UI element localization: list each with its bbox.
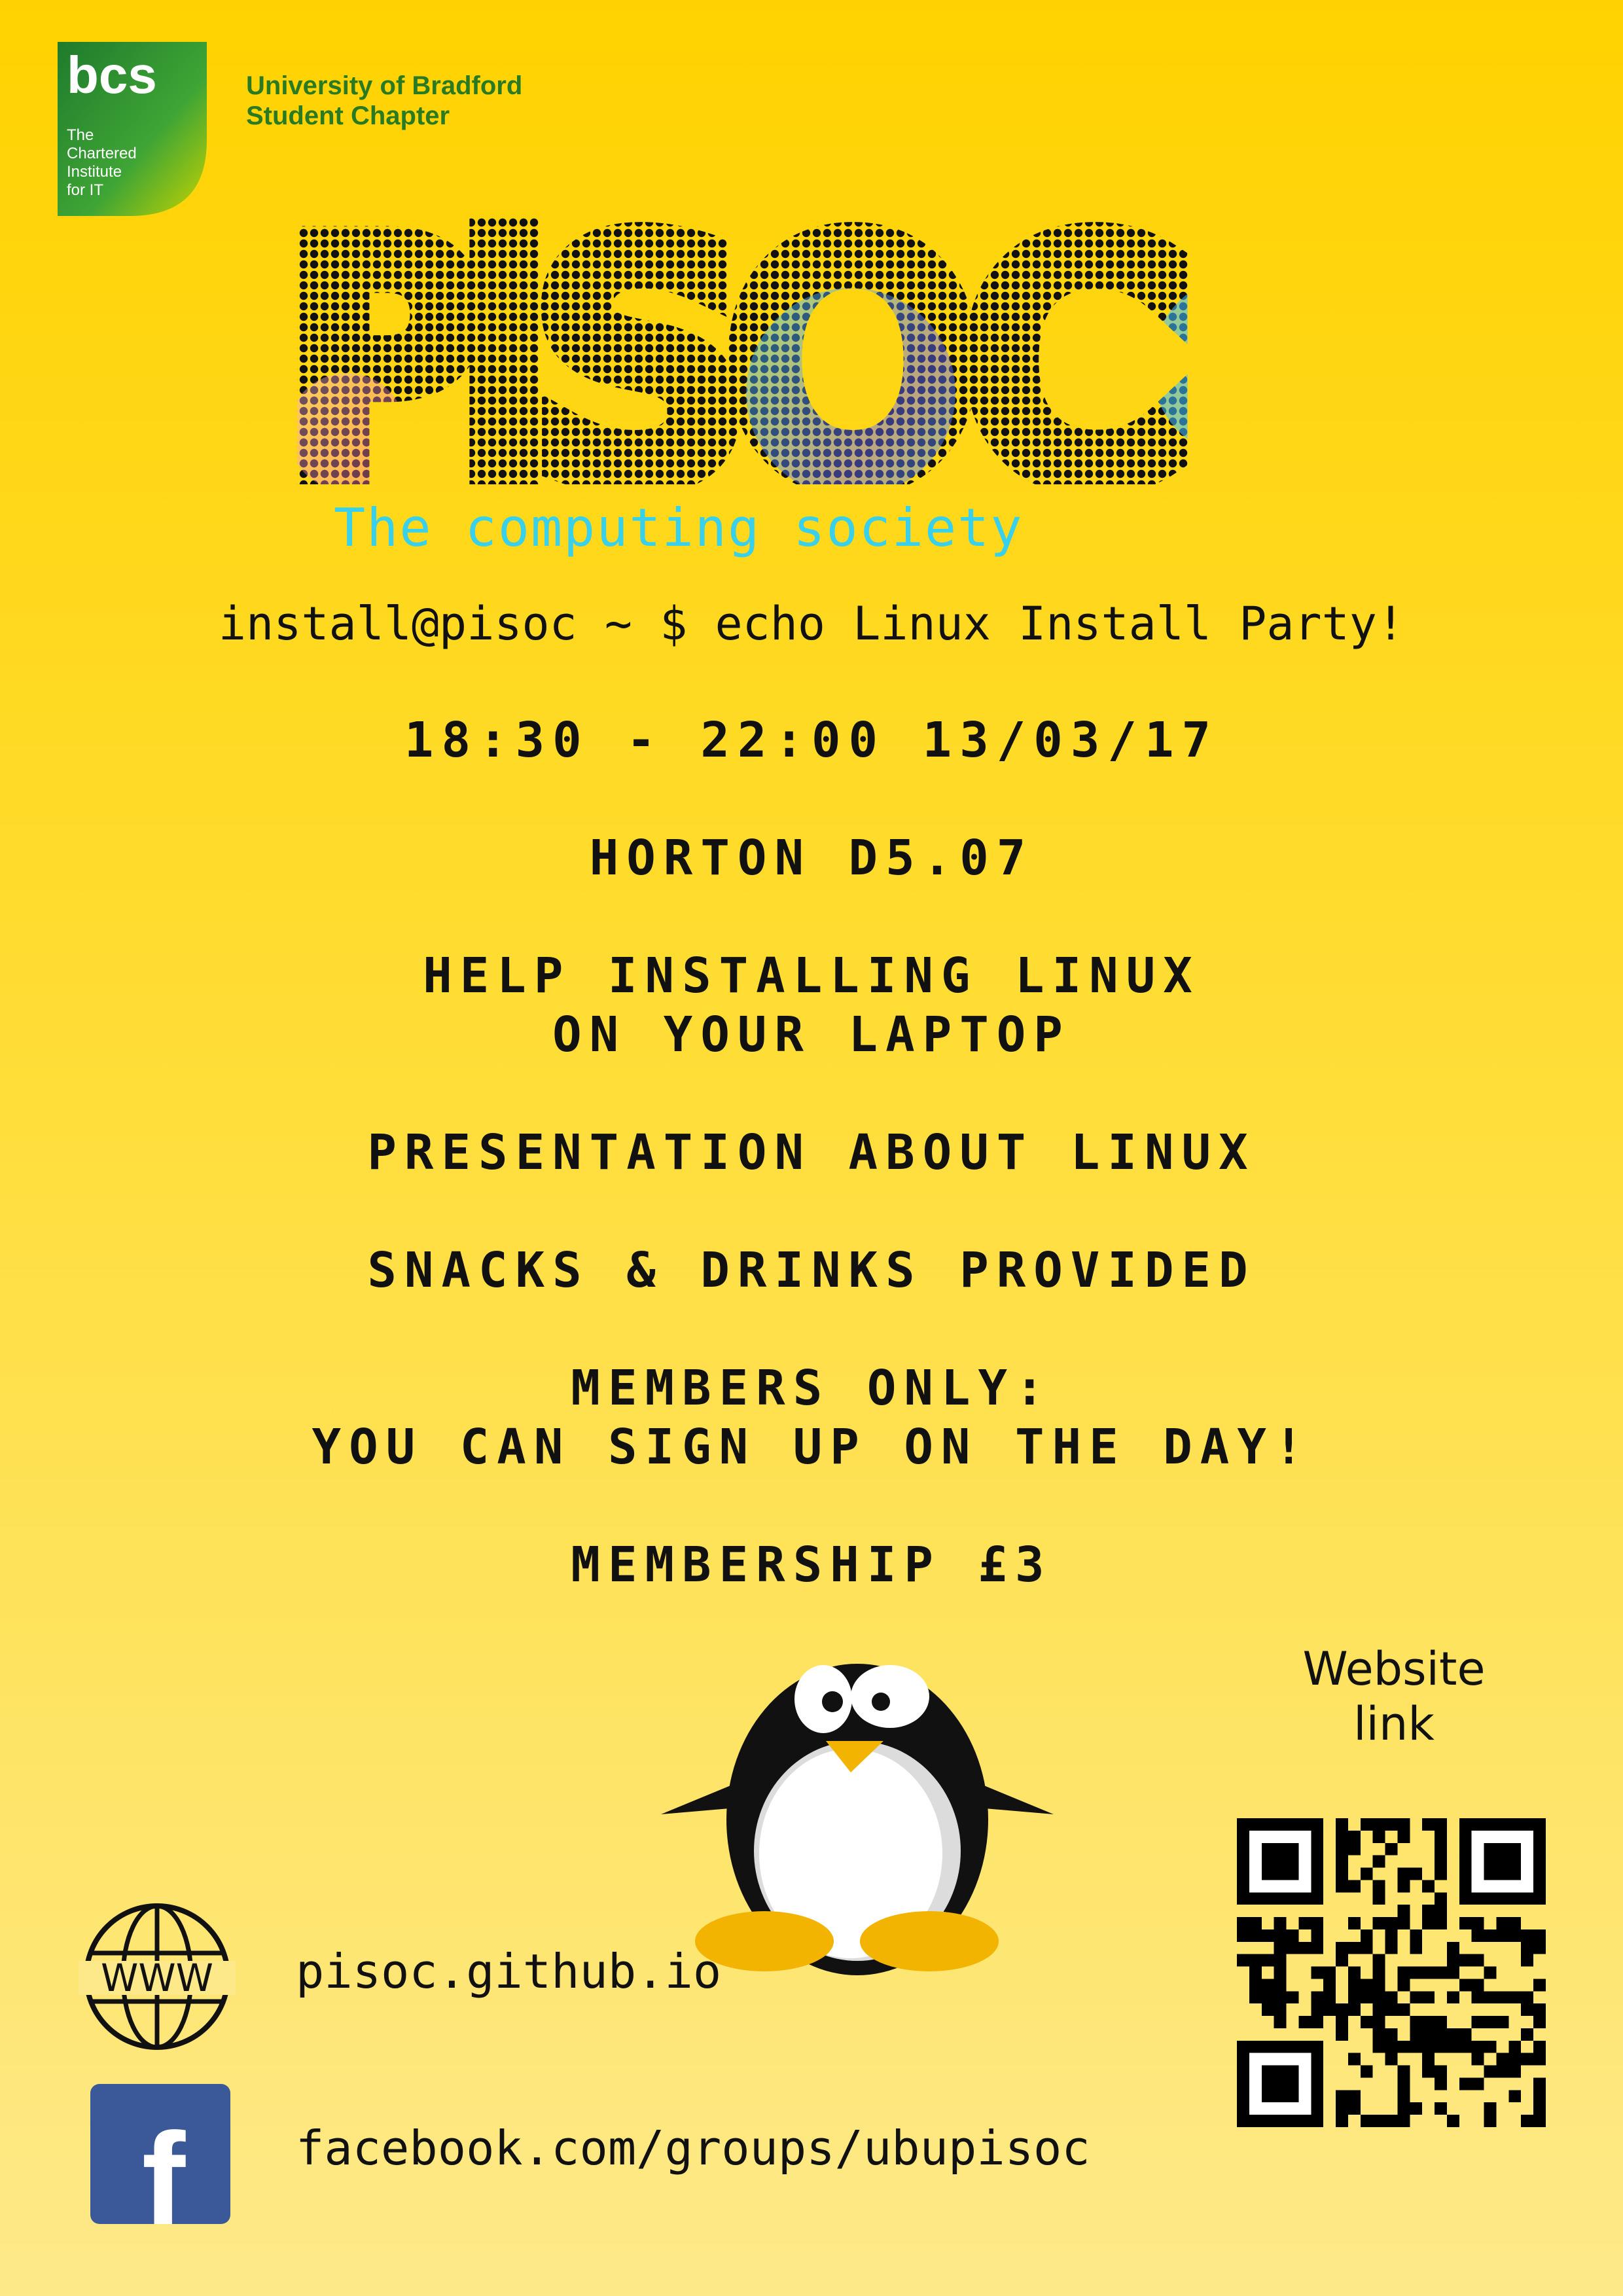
bcs-logo-line: Chartered (67, 145, 137, 162)
pisoc-title: PiSOC PiSOC (288, 196, 1204, 484)
facebook-icon: f (90, 2084, 230, 2224)
members-line-1: MEMBERS ONLY: (571, 1360, 1052, 1416)
help-line-1: HELP INSTALLING LINUX (423, 948, 1200, 1004)
membership-line: MEMBERSHIP £3 (571, 1537, 1052, 1593)
event-location: HORTON D5.07 (589, 830, 1034, 886)
bcs-logo: bcs The Chartered Institute for IT (58, 42, 207, 216)
tux-penguin-icon (661, 1664, 1054, 1975)
terminal-command: install@pisoc ~ $ echo Linux Install Par… (218, 597, 1405, 651)
presentation-line: PRESENTATION ABOUT LINUX (367, 1124, 1256, 1181)
website-url[interactable]: pisoc.github.io (296, 1944, 721, 1999)
bcs-logo-line: The (67, 126, 94, 144)
pisoc-title-highlight: PiSOC (288, 196, 1178, 484)
facebook-glyph: f (142, 2106, 186, 2224)
www-icon-text: WWW (101, 1956, 213, 2000)
qr-code[interactable] (1237, 1818, 1546, 2127)
bcs-logo-line: for IT (67, 181, 103, 199)
website-label-line-2: link (1353, 1697, 1435, 1751)
chapter-name: University of Bradford Student Chapter (246, 71, 522, 131)
poster: bcs The Chartered Institute for IT Unive… (0, 0, 1623, 2296)
tagline: The computing society (334, 497, 1024, 558)
qr-modules (1237, 1818, 1546, 2127)
snacks-line: SNACKS & DRINKS PROVIDED (367, 1242, 1256, 1299)
bcs-logo-line: Institute (67, 163, 122, 181)
globe-icon: WWW (79, 1903, 236, 2050)
chapter-line-2: Student Chapter (246, 101, 450, 130)
members-line-2: YOU CAN SIGN UP ON THE DAY! (312, 1419, 1311, 1475)
help-line-2: ON YOUR LAPTOP (552, 1007, 1071, 1063)
website-link-label: Website link (1283, 1641, 1505, 1751)
facebook-url[interactable]: facebook.com/groups/ubupisoc (296, 2121, 1090, 2176)
bcs-logo-text: bcs (67, 46, 157, 104)
chapter-line-1: University of Bradford (246, 71, 523, 100)
event-time: 18:30 - 22:00 13/03/17 (404, 712, 1219, 768)
website-label-line-1: Website (1302, 1642, 1486, 1696)
pisoc-title-letters: PiSOC PiSOC (288, 196, 1204, 484)
